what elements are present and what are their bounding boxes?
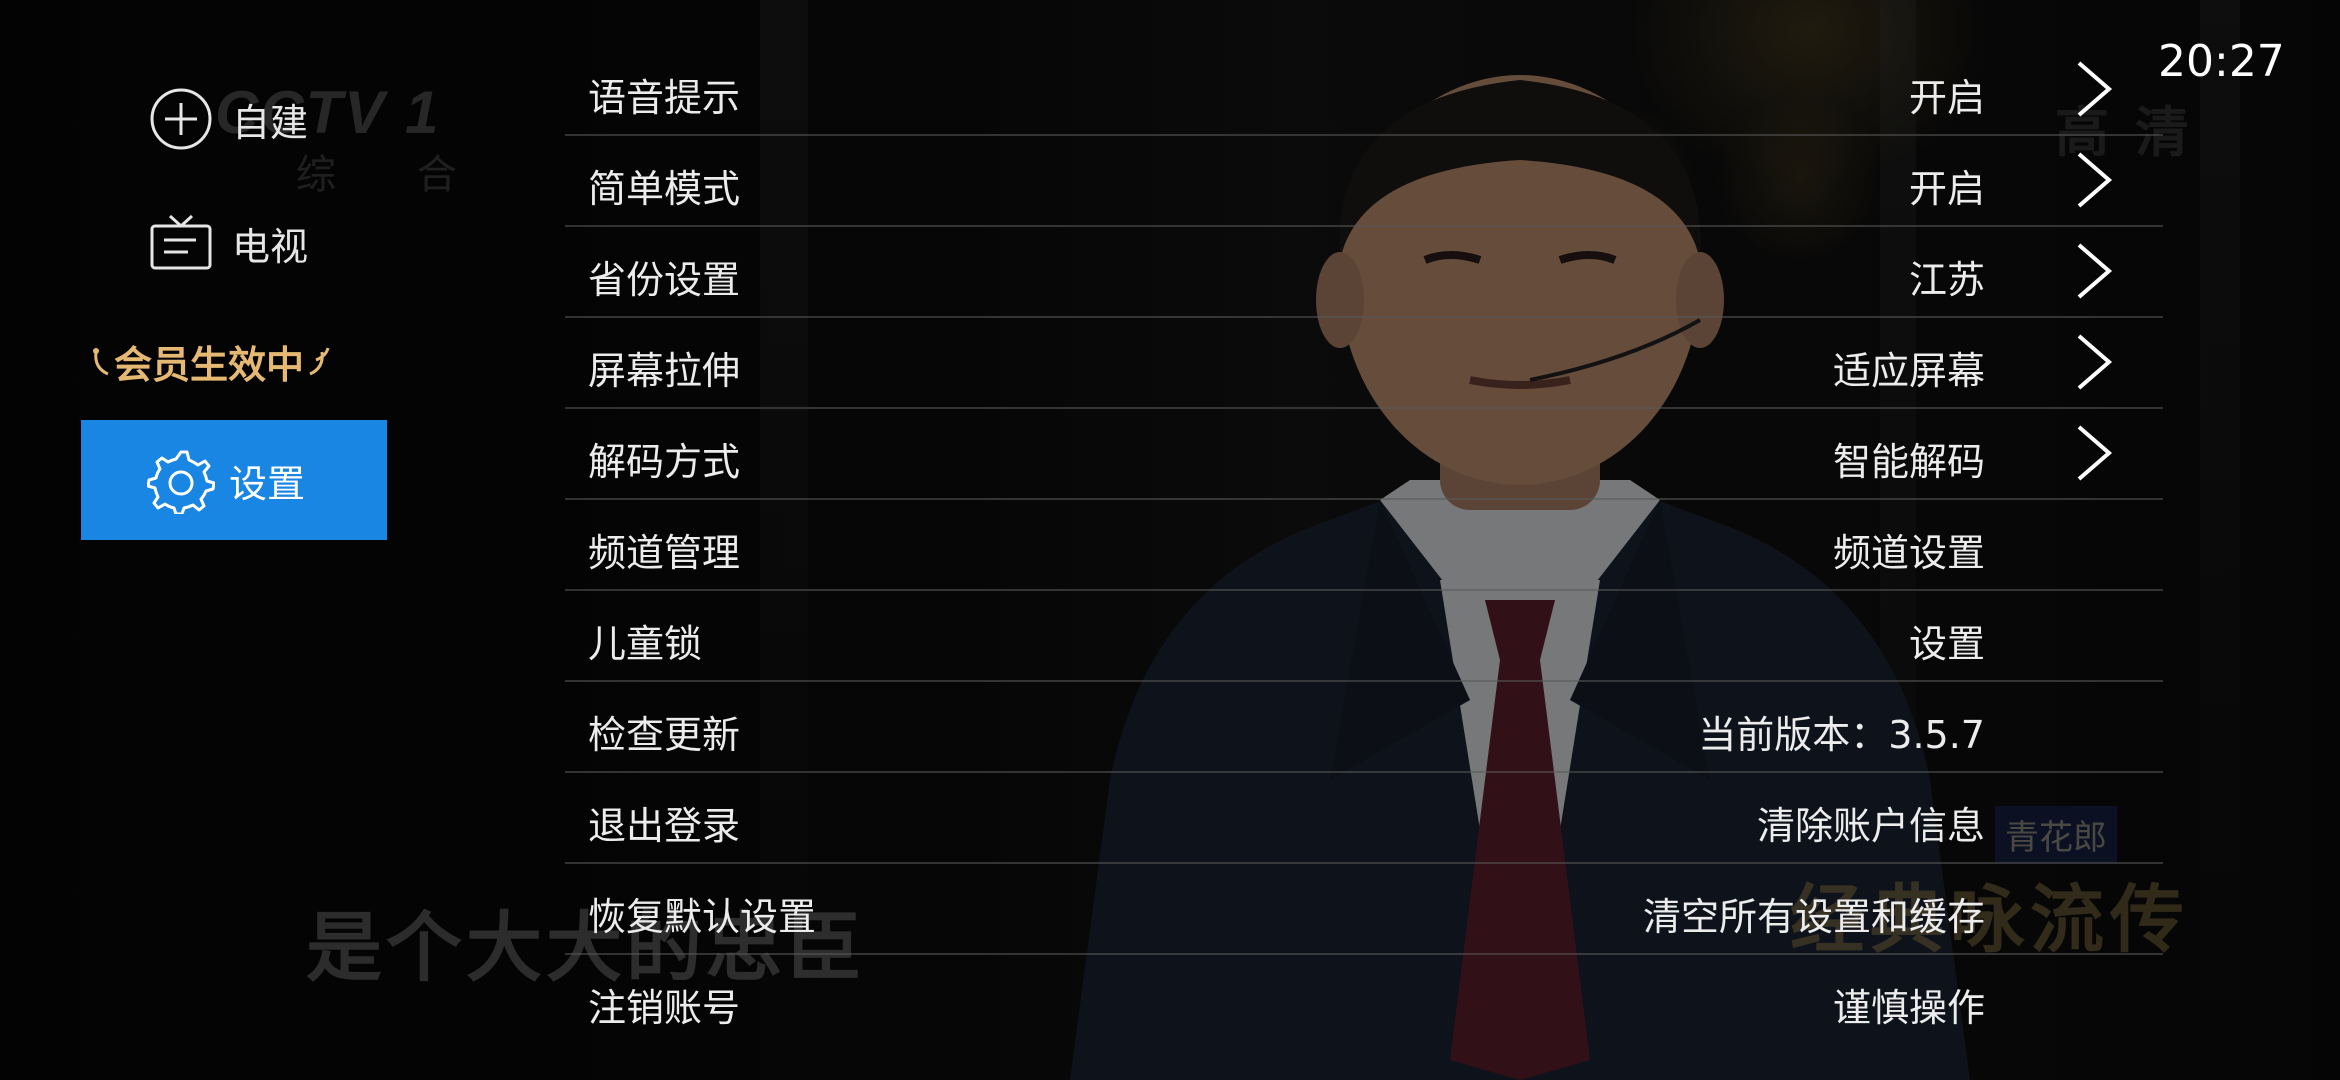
- sidebar-item-settings[interactable]: 设置: [81, 420, 387, 540]
- setting-value: 清除账户信息: [1756, 804, 1985, 848]
- tv-settings-screen: CCTV 1 综 合 高清 是个大大的忠臣 青花郎 经典咏流传 20:27 自建…: [0, 0, 2340, 1080]
- setting-label: 注销账号: [588, 986, 741, 1030]
- setting-value: 清空所有设置和缓存: [1642, 895, 1985, 939]
- setting-value: 江苏: [1908, 258, 1985, 302]
- chevron-right-icon: [2077, 61, 2113, 117]
- setting-label: 儿童锁: [588, 622, 703, 666]
- sidebar-item-label: 自建: [232, 100, 309, 145]
- setting-label: 解码方式: [588, 440, 741, 484]
- setting-row-check-update[interactable]: 检查更新 当前版本：3.5.7: [565, 682, 2163, 773]
- member-status-label: 会员生效中: [114, 343, 305, 387]
- setting-label: 省份设置: [588, 258, 741, 302]
- laurel-right-icon: [309, 347, 330, 375]
- setting-label: 屏幕拉伸: [588, 349, 741, 393]
- setting-row-channel-management[interactable]: 频道管理 频道设置: [565, 500, 2163, 591]
- setting-row-screen-stretch[interactable]: 屏幕拉伸 适应屏幕: [565, 318, 2163, 409]
- setting-value: 开启: [1908, 76, 1985, 120]
- setting-row-delete-account[interactable]: 注销账号 谨慎操作: [565, 955, 2163, 1044]
- tv-icon: [150, 214, 212, 270]
- plus-circle-icon: [150, 88, 212, 150]
- gear-icon: [147, 450, 215, 514]
- setting-row-child-lock[interactable]: 儿童锁 设置: [565, 591, 2163, 682]
- chevron-right-icon: [2077, 243, 2113, 299]
- sidebar-item-label: 设置: [229, 461, 306, 506]
- chevron-right-icon: [2077, 152, 2113, 208]
- setting-row-voice-prompt[interactable]: 语音提示 开启: [565, 45, 2163, 136]
- setting-row-logout[interactable]: 退出登录 清除账户信息: [565, 773, 2163, 864]
- member-status-badge: 会员生效中: [88, 334, 330, 389]
- setting-value: 谨慎操作: [1832, 986, 1985, 1030]
- setting-label: 退出登录: [588, 804, 741, 848]
- settings-list: 语音提示 开启 简单模式 开启 省份设置 江苏 屏幕拉伸 适应屏幕 解码方式 智…: [565, 45, 2163, 1044]
- setting-value: 智能解码: [1832, 440, 1985, 484]
- chevron-right-icon: [2077, 425, 2113, 481]
- setting-label: 检查更新: [588, 713, 741, 757]
- chevron-right-icon: [2077, 334, 2113, 390]
- sidebar-item-tv[interactable]: 电视: [148, 210, 308, 276]
- setting-label: 简单模式: [588, 167, 741, 211]
- setting-label: 频道管理: [588, 531, 741, 575]
- setting-value: 当前版本：3.5.7: [1698, 713, 1985, 757]
- setting-value: 开启: [1908, 167, 1985, 211]
- setting-row-decode-mode[interactable]: 解码方式 智能解码: [565, 409, 2163, 500]
- setting-row-restore-defaults[interactable]: 恢复默认设置 清空所有设置和缓存: [565, 864, 2163, 955]
- setting-row-province[interactable]: 省份设置 江苏: [565, 227, 2163, 318]
- setting-value: 适应屏幕: [1832, 349, 1985, 393]
- setting-row-simple-mode[interactable]: 简单模式 开启: [565, 136, 2163, 227]
- clock: 20:27: [2158, 36, 2285, 87]
- setting-label: 恢复默认设置: [588, 895, 817, 939]
- sidebar-item-label: 电视: [232, 224, 309, 269]
- sidebar-item-create[interactable]: 自建: [148, 86, 308, 152]
- laurel-left-icon: [93, 347, 109, 375]
- setting-value: 设置: [1908, 622, 1985, 666]
- setting-label: 语音提示: [588, 76, 741, 120]
- setting-value: 频道设置: [1832, 531, 1985, 575]
